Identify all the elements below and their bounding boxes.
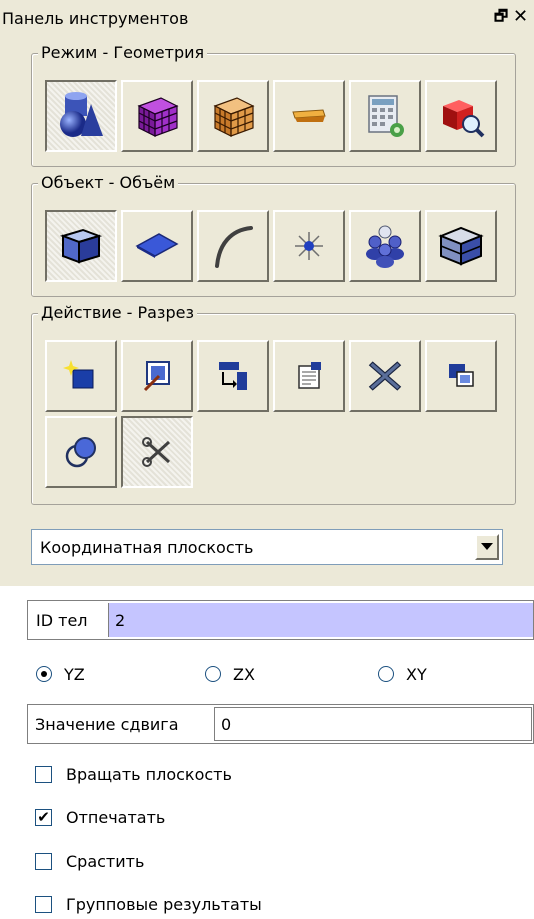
inspect-cube-icon bbox=[443, 100, 485, 138]
axis-xy-radio[interactable] bbox=[378, 666, 394, 682]
edit-icon bbox=[143, 361, 170, 392]
object-body-button[interactable] bbox=[425, 210, 497, 282]
imprint-checkbox[interactable]: ✔ bbox=[35, 809, 52, 826]
boolean-icon bbox=[65, 437, 96, 468]
merge-checkbox[interactable] bbox=[35, 853, 52, 870]
action-delete-button[interactable] bbox=[349, 340, 421, 412]
chevron-down-icon[interactable] bbox=[475, 534, 499, 560]
action-edit-button[interactable] bbox=[121, 340, 193, 412]
merge-label: Срастить bbox=[66, 852, 145, 871]
curve-icon bbox=[215, 226, 253, 268]
panel-title: Панель инструментов bbox=[2, 9, 189, 28]
mode-plank-button[interactable] bbox=[273, 80, 345, 152]
calculator-icon bbox=[368, 95, 404, 137]
volume-cube-icon bbox=[59, 228, 103, 264]
action-properties-button[interactable] bbox=[273, 340, 345, 412]
cut-settings: ID тел 2 YZ ZX XY Значение сдвига 0 Вращ… bbox=[0, 586, 534, 919]
axis-zx-label: ZX bbox=[233, 665, 255, 684]
grid-cube-icon bbox=[213, 97, 255, 137]
object-curve-button[interactable] bbox=[197, 210, 269, 282]
object-group-legend: Объект - Объём bbox=[38, 173, 179, 192]
body-id-label: ID тел bbox=[36, 611, 88, 630]
axis-yz-label: YZ bbox=[64, 665, 85, 684]
body-icon bbox=[438, 226, 484, 266]
mesh-icon bbox=[137, 97, 179, 137]
rotate-plane-label: Вращать плоскость bbox=[66, 765, 232, 784]
create-icon bbox=[63, 360, 94, 389]
body-id-value: 2 bbox=[115, 611, 126, 630]
axis-yz-radio[interactable] bbox=[36, 666, 52, 682]
offset-row: Значение сдвига 0 bbox=[27, 704, 534, 744]
mode-group-legend: Режим - Геометрия bbox=[38, 43, 208, 62]
axis-xy-label: XY bbox=[406, 665, 427, 684]
copy-icon bbox=[449, 364, 474, 387]
mode-inspect-button[interactable] bbox=[425, 80, 497, 152]
action-create-button[interactable] bbox=[45, 340, 117, 412]
geometry-icon bbox=[60, 92, 103, 137]
object-vertex-button[interactable] bbox=[273, 210, 345, 282]
group-results-label: Групповые результаты bbox=[66, 895, 262, 914]
action-cut-button[interactable] bbox=[121, 416, 193, 488]
object-surface-button[interactable] bbox=[121, 210, 193, 282]
vertex-icon bbox=[295, 232, 323, 260]
surface-icon bbox=[135, 233, 179, 258]
mode-mesh-button[interactable] bbox=[121, 80, 193, 152]
imprint-label: Отпечатать bbox=[66, 808, 166, 827]
object-group-button[interactable] bbox=[349, 210, 421, 282]
offset-label: Значение сдвига bbox=[35, 715, 179, 734]
body-id-row: ID тел 2 bbox=[27, 600, 534, 640]
transform-icon bbox=[219, 362, 247, 390]
float-icon[interactable]: 🗗 bbox=[494, 6, 508, 31]
action-transform-button[interactable] bbox=[197, 340, 269, 412]
close-icon[interactable]: ✕ bbox=[513, 6, 528, 27]
mode-grid-button[interactable] bbox=[197, 80, 269, 152]
plane-type-select[interactable]: Координатная плоскость bbox=[31, 529, 503, 565]
body-id-input[interactable]: 2 bbox=[108, 603, 533, 637]
cut-icon bbox=[142, 437, 171, 467]
action-boolean-button[interactable] bbox=[45, 416, 117, 488]
action-group-legend: Действие - Разрез bbox=[38, 303, 197, 322]
mode-calculator-button[interactable] bbox=[349, 80, 421, 152]
offset-value: 0 bbox=[221, 715, 232, 734]
delete-icon bbox=[368, 361, 402, 391]
group-results-checkbox[interactable] bbox=[35, 896, 52, 913]
mode-geometry-button[interactable] bbox=[45, 80, 117, 152]
action-copy-button[interactable] bbox=[425, 340, 497, 412]
axis-zx-radio[interactable] bbox=[205, 666, 221, 682]
plane-type-value: Координатная плоскость bbox=[40, 538, 254, 557]
toolbar-panel: Панель инструментов 🗗 ✕ Режим - Геометри… bbox=[0, 0, 534, 919]
properties-icon bbox=[298, 362, 321, 389]
rotate-plane-checkbox[interactable] bbox=[35, 766, 52, 783]
panel-titlebar: Панель инструментов 🗗 ✕ bbox=[0, 0, 534, 36]
offset-input[interactable]: 0 bbox=[214, 707, 532, 741]
plank-icon bbox=[292, 109, 326, 122]
group-icon bbox=[366, 225, 404, 268]
object-volume-button[interactable] bbox=[45, 210, 117, 282]
